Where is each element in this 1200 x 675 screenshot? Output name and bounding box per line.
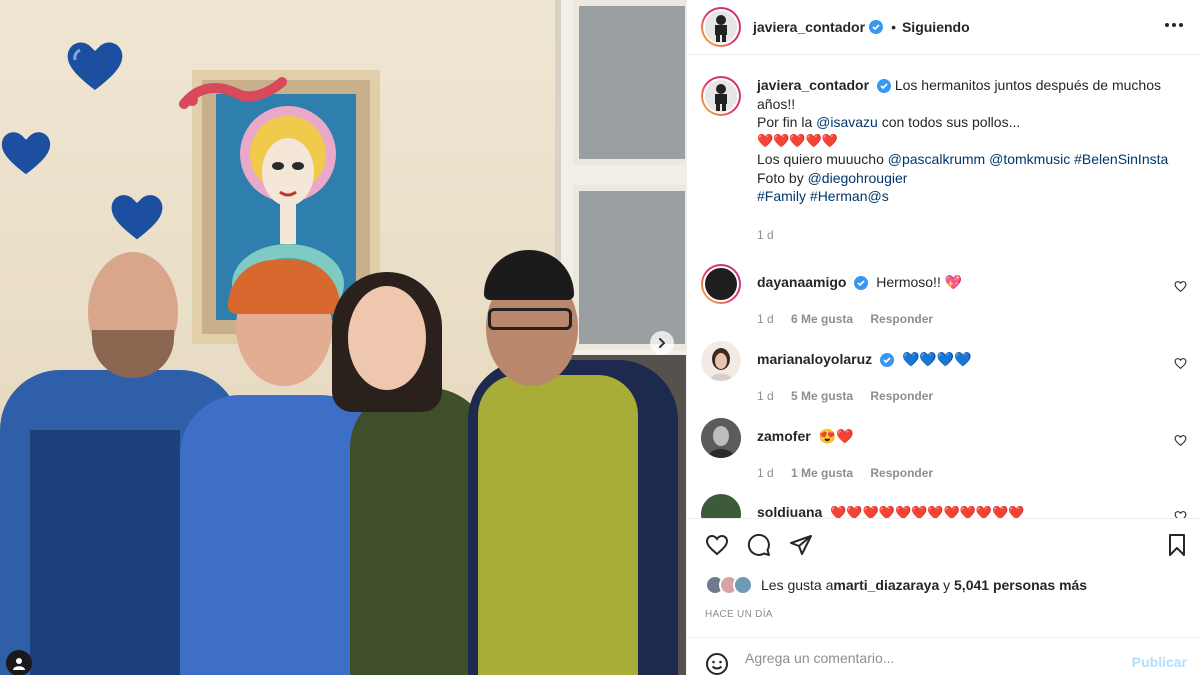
commenter-username[interactable]: marianaloyolaruz <box>757 351 872 367</box>
post-timestamp[interactable]: HACE UN DÍA <box>705 609 773 620</box>
share-icon[interactable] <box>789 533 813 557</box>
verified-badge-icon <box>880 353 895 368</box>
avatar-portrait-icon <box>709 348 733 381</box>
comment-likes[interactable]: 5 Me gusta <box>791 389 853 403</box>
caption-line-2-suffix: con todos sus pollos... <box>877 114 1021 130</box>
commenter-avatar[interactable] <box>701 341 741 381</box>
avatar-portrait-icon <box>701 418 741 458</box>
comment-item: zamofer 😍❤️ 1 d 1 Me gusta Responder <box>701 418 1200 488</box>
comment-age[interactable]: 1 d <box>757 466 774 480</box>
comment-item: soldiuana ❤️❤️❤️❤️❤️❤️❤️❤️❤️❤️❤️❤️ <box>701 494 1200 518</box>
heart-icon[interactable] <box>1174 357 1187 370</box>
likes-count[interactable]: 5,041 personas más <box>954 577 1087 593</box>
comment-icon[interactable] <box>747 533 771 557</box>
heart-icon[interactable] <box>1174 510 1187 518</box>
comment-likes[interactable]: 6 Me gusta <box>791 312 853 326</box>
user-tag-button[interactable] <box>6 650 32 675</box>
publish-button[interactable]: Publicar <box>1132 654 1187 670</box>
lizard-decoration <box>179 77 287 109</box>
reply-button[interactable]: Responder <box>870 312 933 326</box>
caption-username[interactable]: javiera_contador <box>757 77 869 93</box>
mention-link[interactable]: @diegohrougier <box>808 170 908 186</box>
add-comment-bar: Publicar <box>687 637 1200 675</box>
commenter-username[interactable]: dayanaamigo <box>757 274 846 290</box>
commenter-username[interactable]: soldiuana <box>757 504 822 518</box>
comment-text: 😍❤️ <box>818 428 854 444</box>
avatar-figure-icon <box>705 80 737 112</box>
mention-link[interactable]: @tomkmusic <box>989 151 1070 167</box>
mention-link[interactable]: @isavazu <box>816 114 878 130</box>
bookmark-icon[interactable] <box>1165 533 1189 557</box>
hashtag-link[interactable]: #Herman@s <box>810 188 889 204</box>
wall-heart-decoration <box>67 42 123 90</box>
caption-time-ago[interactable]: 1 d <box>757 228 774 242</box>
author-username[interactable]: javiera_contador <box>753 19 865 35</box>
next-photo-button[interactable] <box>650 331 674 355</box>
chevron-right-icon <box>659 338 666 348</box>
comment-item: marianaloyolaruz 💙💙💙💙 1 d 5 Me gusta Res… <box>701 341 1200 411</box>
mention-link[interactable]: @pascalkrumm <box>888 151 985 167</box>
likes-middle: y <box>939 577 955 593</box>
heart-icon[interactable] <box>705 533 729 557</box>
heart-icon[interactable] <box>1174 434 1187 447</box>
hashtag-link[interactable]: #Family <box>757 188 806 204</box>
likes-summary[interactable]: Les gusta a marti_diazaraya y 5,041 pers… <box>705 575 1087 595</box>
post-caption: javiera_contador Los hermanitos juntos d… <box>701 76 1187 206</box>
comment-item: dayanaamigo Hermoso!! 💖 1 d 6 Me gusta R… <box>701 264 1200 334</box>
comments-scroll-area[interactable]: javiera_contador Los hermanitos juntos d… <box>687 56 1200 518</box>
liker-username[interactable]: marti_diazaraya <box>833 577 939 593</box>
caption-line-2-prefix: Por fin la <box>757 114 817 130</box>
comment-text: Hermoso!! 💖 <box>876 274 963 290</box>
caption-line-4-prefix: Los quiero muuucho <box>757 151 888 167</box>
user-tag-icon <box>13 658 25 670</box>
comment-age[interactable]: 1 d <box>757 389 774 403</box>
avatar-figure-icon <box>705 11 737 43</box>
reply-button[interactable]: Responder <box>870 389 933 403</box>
author-avatar[interactable] <box>701 7 741 47</box>
liker-avatar <box>733 575 753 595</box>
comment-text: ❤️❤️❤️❤️❤️❤️❤️❤️❤️❤️❤️❤️ <box>830 505 1025 518</box>
verified-badge-icon <box>876 79 891 94</box>
caption-text: javiera_contador Los hermanitos juntos d… <box>757 76 1187 206</box>
following-button[interactable]: Siguiendo <box>902 19 970 35</box>
comment-age[interactable]: 1 d <box>757 312 774 326</box>
likes-prefix: Les gusta a <box>761 577 834 593</box>
comment-text: 💙💙💙💙 <box>901 351 972 367</box>
reply-button[interactable]: Responder <box>870 466 933 480</box>
comment-input[interactable] <box>745 650 1125 666</box>
more-options-icon[interactable] <box>1163 14 1185 36</box>
wall-heart-decoration <box>1 132 51 175</box>
commenter-avatar[interactable] <box>701 494 741 518</box>
emoji-icon[interactable] <box>705 652 729 675</box>
post-photo[interactable] <box>0 0 686 675</box>
wall-heart-decoration <box>111 195 163 240</box>
separator-dot: • <box>891 19 896 35</box>
caption-line-1b: años!! <box>757 95 796 112</box>
post-actions: Les gusta a marti_diazaraya y 5,041 pers… <box>687 518 1200 636</box>
caption-line-1: Los hermanitos juntos después de muchos <box>894 77 1162 93</box>
caption-author-avatar[interactable] <box>701 76 741 116</box>
commenter-avatar[interactable] <box>701 418 741 458</box>
hashtag-link[interactable]: #BelenSinInsta <box>1074 151 1168 167</box>
commenter-avatar[interactable] <box>701 264 741 304</box>
comment-likes[interactable]: 1 Me gusta <box>791 466 853 480</box>
post-header: javiera_contador • Siguiendo <box>687 0 1200 55</box>
commenter-username[interactable]: zamofer <box>757 428 811 444</box>
verified-badge-icon <box>869 20 884 34</box>
caption-line-5-prefix: Foto by <box>757 169 808 186</box>
verified-badge-icon <box>854 276 869 291</box>
caption-hearts: ❤️❤️❤️❤️❤️ <box>757 132 838 148</box>
heart-icon[interactable] <box>1174 280 1187 293</box>
post-side-panel: javiera_contador • Siguiendo javiera_con… <box>686 0 1200 675</box>
